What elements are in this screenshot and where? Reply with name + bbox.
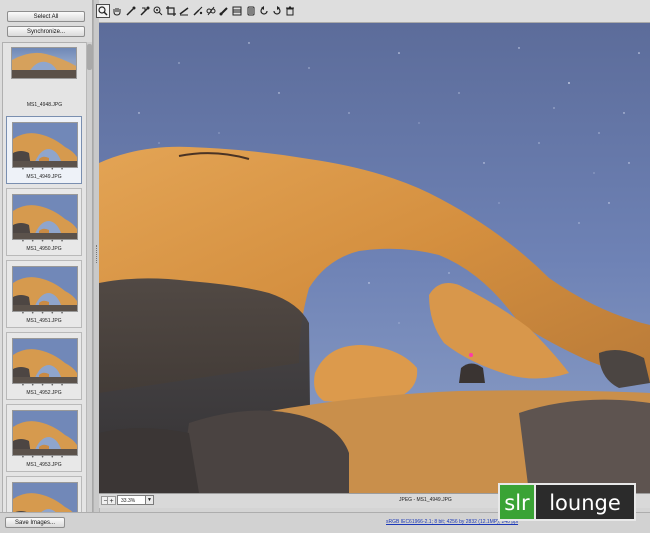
thumbnail-item[interactable]: • • • • • MS1_4953.JPG — [6, 404, 82, 472]
rating-dots[interactable]: • • • • • — [7, 167, 81, 173]
thumbnail-item[interactable]: • • • • • MS1_4949.JPG — [6, 116, 82, 184]
thumbnail-item[interactable]: • • • • • MS1_4950.JPG — [6, 188, 82, 256]
filmstrip-panel: Select All Synchronize... MS1_4948.JPG •… — [0, 0, 93, 514]
thumbnail-filename: MS1_4951.JPG — [26, 318, 62, 324]
rotate-left-icon[interactable] — [257, 4, 271, 18]
synchronize-button[interactable]: Synchronize... — [7, 26, 85, 37]
thumbnail-image — [11, 47, 77, 79]
thumbnail-image — [12, 122, 78, 168]
zoom-icon[interactable] — [96, 4, 110, 18]
thumbnail-image — [12, 266, 78, 312]
zoom-level-field[interactable]: 33.3% — [117, 495, 147, 505]
red-eye-icon[interactable] — [204, 4, 218, 18]
filmstrip-scrollbar[interactable] — [86, 42, 92, 512]
preferences-icon[interactable] — [244, 4, 258, 18]
adjustment-brush-icon[interactable] — [217, 4, 231, 18]
splitter-grip[interactable] — [96, 245, 98, 263]
thumbnail-filename: MS1_4952.JPG — [26, 390, 62, 396]
scrollbar-thumb[interactable] — [87, 44, 92, 70]
trash-icon[interactable] — [283, 4, 297, 18]
preview-photo — [99, 23, 650, 493]
rating-dots[interactable]: • • • • • — [7, 239, 81, 245]
hand-icon[interactable] — [110, 4, 124, 18]
thumbnail-partial[interactable] — [6, 476, 82, 513]
thumbnail-filename: MS1_4949.JPG — [26, 174, 62, 180]
tool-bar — [96, 0, 650, 23]
rotate-right-icon[interactable] — [270, 4, 284, 18]
zoom-in-button[interactable]: + — [107, 496, 116, 505]
thumbnail-image — [12, 194, 78, 240]
file-info: JPEG - MS1_4949.JPG — [399, 497, 452, 503]
rating-dots[interactable]: • • • • • — [7, 311, 81, 317]
straighten-icon[interactable] — [177, 4, 191, 18]
color-sampler-icon[interactable] — [138, 4, 152, 18]
logo-slr: slr — [498, 483, 536, 521]
white-balance-icon[interactable] — [124, 4, 138, 18]
slr-lounge-logo: slr lounge — [498, 483, 636, 521]
image-preview[interactable] — [99, 23, 650, 493]
rating-dots[interactable]: • • • • • — [7, 455, 81, 461]
thumbnail-partial[interactable] — [6, 43, 80, 91]
graduated-filter-icon[interactable] — [230, 4, 244, 18]
thumbnail-item[interactable]: • • • • • MS1_4951.JPG — [6, 260, 82, 328]
thumbnail-filename: MS1_4948.JPG — [26, 102, 63, 108]
spot-removal-icon[interactable] — [191, 4, 205, 18]
save-images-button[interactable]: Save Images... — [5, 517, 65, 528]
thumbnail-filename: MS1_4950.JPG — [26, 246, 62, 252]
select-all-button[interactable]: Select All — [7, 11, 85, 22]
thumbnail-item[interactable]: • • • • • MS1_4952.JPG — [6, 332, 82, 400]
thumbnail-image — [12, 410, 78, 456]
target-adjustment-icon[interactable] — [151, 4, 165, 18]
rating-dots[interactable]: • • • • • — [7, 383, 81, 389]
thumbnail-image — [12, 482, 78, 513]
thumbnail-image — [12, 338, 78, 384]
chevron-down-icon[interactable]: ▼ — [145, 495, 154, 505]
crop-icon[interactable] — [164, 4, 178, 18]
filmstrip-list[interactable]: MS1_4948.JPG • • • • • MS1_4949.JPG • • … — [2, 42, 87, 514]
logo-lounge: lounge — [536, 483, 636, 521]
thumbnail-filename: MS1_4953.JPG — [26, 462, 62, 468]
